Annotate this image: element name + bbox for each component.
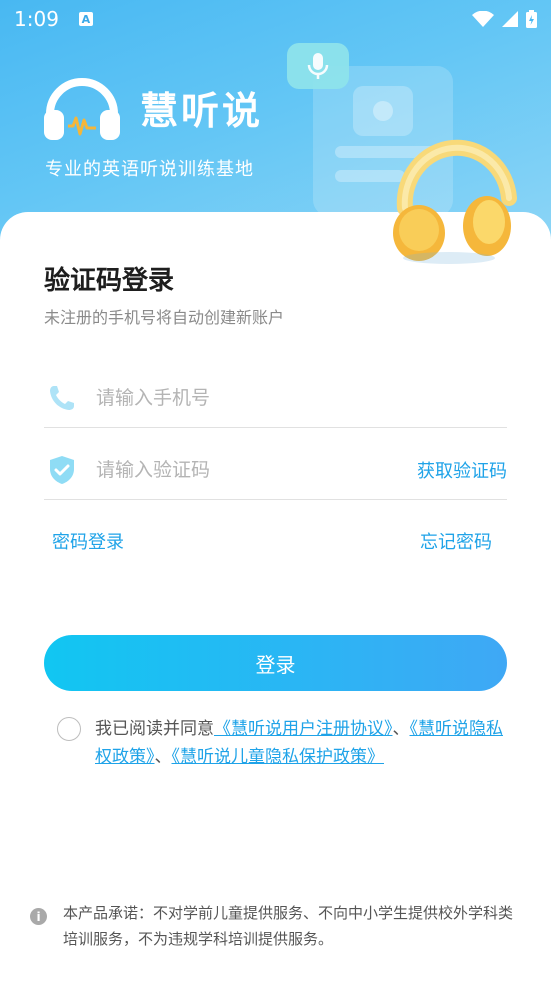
phone-input[interactable]	[96, 386, 507, 409]
forgot-password-link[interactable]: 忘记密码	[420, 528, 492, 554]
status-icons	[472, 10, 537, 28]
agreement-separator-2: 、	[154, 747, 172, 767]
app-logo: 慧听说	[42, 72, 263, 142]
signal-icon	[502, 11, 518, 27]
status-time: 1:09	[14, 7, 59, 31]
info-icon: i	[30, 908, 47, 925]
phone-field	[44, 368, 507, 428]
wifi-icon	[472, 11, 494, 27]
app-title: 慧听说	[140, 88, 264, 133]
code-field: 获取验证码	[44, 440, 507, 500]
login-subtitle: 未注册的手机号将自动创建新账户	[44, 308, 285, 327]
agreement-separator-1: 、	[392, 719, 410, 739]
service-notice: i 本产品承诺：不对学前儿童提供服务、不向中小学生提供校外学科类培训服务，不为违…	[30, 900, 520, 952]
code-input[interactable]	[96, 458, 417, 481]
shield-check-icon	[44, 452, 80, 488]
phone-icon	[44, 380, 80, 416]
status-bar: 1:09 A	[0, 0, 551, 38]
agreement-prefix: 我已阅读并同意	[95, 719, 214, 739]
login-button[interactable]: 登录	[44, 635, 507, 691]
headphones-logo-icon	[44, 78, 120, 140]
child-privacy-policy-link[interactable]: 《慧听说儿童隐私保护政策》	[172, 747, 385, 767]
password-login-link[interactable]: 密码登录	[52, 528, 124, 554]
get-code-button[interactable]: 获取验证码	[417, 457, 507, 483]
agreement-text: 我已阅读并同意《慧听说用户注册协议》、《慧听说隐私权政策》、《慧听说儿童隐私保护…	[95, 715, 507, 771]
agreement-row: 我已阅读并同意《慧听说用户注册协议》、《慧听说隐私权政策》、《慧听说儿童隐私保护…	[57, 715, 507, 771]
agreement-checkbox[interactable]	[57, 717, 81, 741]
microphone-bubble	[287, 43, 349, 89]
notice-text: 本产品承诺：不对学前儿童提供服务、不向中小学生提供校外学科类培训服务，不为违规学…	[63, 904, 514, 948]
tagline: 专业的英语听说训练基地	[45, 159, 254, 180]
headphones-illustration	[393, 139, 517, 264]
battery-icon	[526, 10, 537, 28]
status-indicator: A	[78, 12, 93, 26]
user-agreement-link[interactable]: 《慧听说用户注册协议》	[214, 719, 393, 739]
login-title: 验证码登录	[44, 266, 175, 296]
microphone-icon	[307, 53, 329, 79]
